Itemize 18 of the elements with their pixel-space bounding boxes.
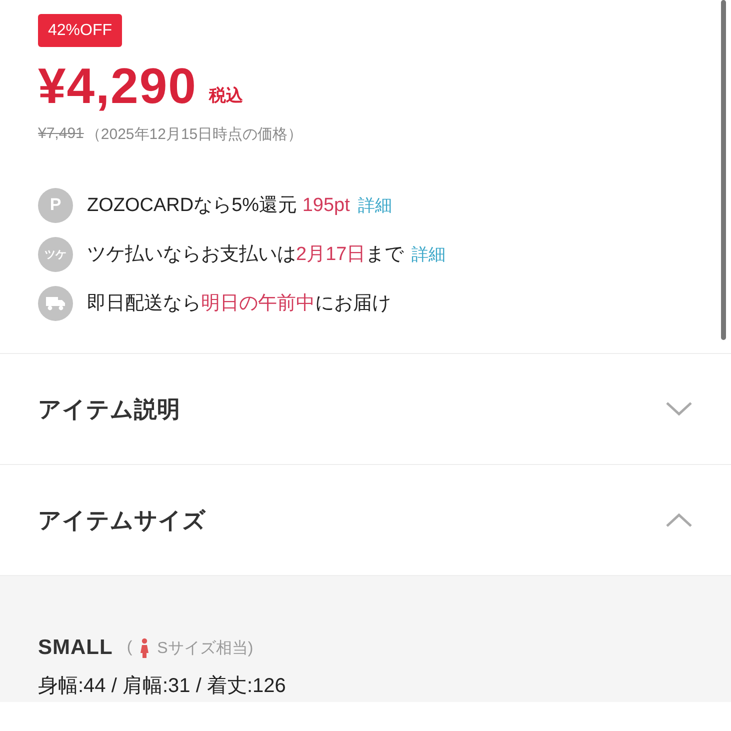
price: ¥4,290 — [38, 57, 197, 115]
size-measurements: 身幅:44 / 肩幅:31 / 着丈:126 — [38, 674, 287, 699]
benefit-text: ツケ払いならお支払いは2月17日 まで 詳細 — [87, 243, 446, 267]
size-note-paren: ( — [126, 639, 132, 657]
scrollbar-thumb[interactable] — [721, 0, 726, 340]
woman-icon — [140, 638, 150, 658]
badge-icon: P — [38, 188, 73, 222]
benefit-text: ZOZOCARDなら5%還元 195pt 詳細 — [87, 194, 392, 218]
discount-badge: 42%OFF — [38, 14, 122, 47]
badge-icon: ツケ — [38, 236, 73, 272]
truck-icon — [38, 286, 73, 320]
tax-label: 税込 — [208, 85, 243, 107]
size-name: SMALL — [38, 636, 113, 660]
section-header[interactable]: アイテム説明 — [0, 354, 731, 465]
original-price: ¥7,491 — [38, 125, 84, 144]
size-note: Sサイズ相当) — [157, 638, 254, 658]
price-note: （2025年12月15日時点の価格） — [86, 125, 303, 144]
benefit-text: 即日配送なら 明日の午前中 にお届け — [87, 292, 391, 316]
